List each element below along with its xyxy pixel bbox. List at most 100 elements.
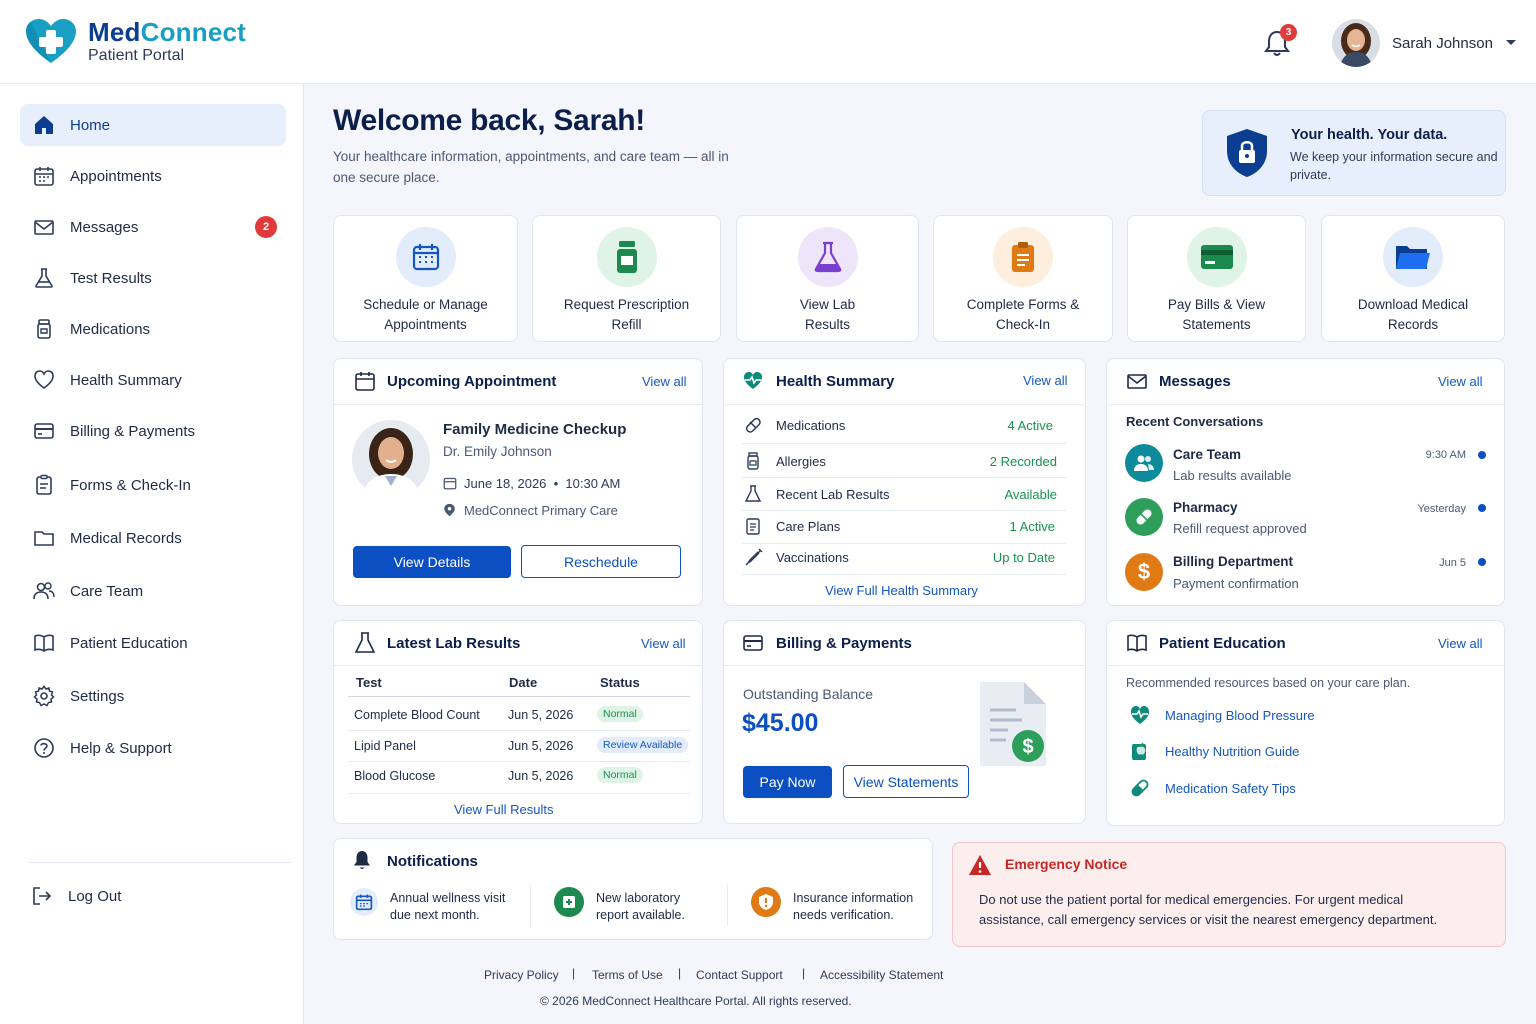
- user-avatar: [1332, 19, 1380, 67]
- appointment-location: MedConnect Primary Care: [464, 503, 618, 518]
- quick-action-forms[interactable]: Complete Forms & Check-In: [933, 215, 1113, 342]
- quick-action-bills[interactable]: Pay Bills & View Statements: [1127, 215, 1306, 342]
- quick-action-line2: Results: [804, 317, 850, 332]
- notification-line1: Insurance information: [793, 891, 914, 905]
- sidebar-item-label: Health Summary: [70, 371, 182, 389]
- appointment-view-all-link[interactable]: View all: [642, 374, 687, 389]
- sidebar-item-medications[interactable]: Medications: [20, 308, 286, 350]
- message-time: Yesterday: [1417, 503, 1466, 515]
- sidebar-item-health-summary[interactable]: Health Summary: [20, 359, 286, 401]
- health-row-label: Care Plans: [776, 519, 841, 534]
- health-row-value: 4 Active: [1007, 418, 1053, 433]
- message-time: 9:30 AM: [1425, 449, 1466, 461]
- invoice-dollar-icon: $: [980, 682, 1046, 766]
- emergency-text-line1: Do not use the patient portal for medica…: [979, 892, 1404, 907]
- pay-now-button[interactable]: Pay Now: [743, 766, 832, 798]
- footer-link-accessibility[interactable]: Accessibility Statement: [820, 968, 943, 982]
- lab-col-header: Status: [600, 675, 640, 690]
- education-link[interactable]: Managing Blood Pressure: [1165, 708, 1315, 723]
- lab-col-header: Date: [509, 675, 538, 690]
- view-statements-button[interactable]: View Statements: [843, 765, 969, 798]
- sidebar-item-appointments[interactable]: Appointments: [20, 155, 286, 197]
- sidebar-item-test-results[interactable]: Test Results: [20, 257, 286, 299]
- quick-action-line2: Refill: [611, 317, 642, 332]
- footer-link-terms[interactable]: Terms of Use: [592, 968, 663, 982]
- brand-logo[interactable]: MedConnect Patient Portal: [26, 18, 246, 66]
- security-text: We keep your information secure and priv…: [1290, 150, 1498, 182]
- message-sender: Pharmacy: [1173, 500, 1238, 515]
- user-menu[interactable]: Sarah Johnson: [1332, 19, 1517, 67]
- footer-copyright: © 2026 MedConnect Healthcare Portal. All…: [540, 994, 852, 1008]
- chevron-down-icon[interactable]: [1505, 39, 1517, 47]
- sidebar-item-label: Home: [70, 116, 111, 134]
- footer-link-privacy[interactable]: Privacy Policy: [484, 968, 559, 982]
- quick-action-records[interactable]: Download Medical Records: [1321, 215, 1505, 342]
- messages-title: Messages: [1159, 373, 1231, 390]
- calendar-icon: [34, 167, 54, 186]
- lab-results-view-all-link[interactable]: View all: [641, 636, 686, 651]
- education-view-all-link[interactable]: View all: [1438, 636, 1483, 651]
- sidebar-item-messages[interactable]: Messages 2: [20, 206, 286, 248]
- sidebar-item-patient-education[interactable]: Patient Education: [20, 622, 286, 664]
- view-full-results-link[interactable]: View Full Results: [454, 802, 553, 817]
- messages-view-all-link[interactable]: View all: [1438, 374, 1483, 389]
- quick-action-lab-results[interactable]: View Lab Results: [736, 215, 919, 342]
- home-icon: [35, 116, 53, 134]
- sidebar-item-settings[interactable]: Settings: [20, 675, 286, 717]
- divider: [724, 404, 1085, 405]
- message-preview: Payment confirmation: [1173, 576, 1299, 591]
- sidebar-item-label: Care Team: [70, 582, 144, 600]
- education-title: Patient Education: [1159, 635, 1286, 652]
- quick-action-appointments[interactable]: Schedule or Manage Appointments: [333, 215, 518, 342]
- status-badge: Normal: [597, 706, 643, 722]
- calendar-icon: [443, 477, 457, 490]
- mail-icon: [34, 220, 54, 235]
- capsule-icon: [745, 417, 761, 433]
- bell-icon: [354, 851, 370, 869]
- flask-icon: [35, 268, 53, 288]
- pill-bottle-icon: [37, 319, 51, 339]
- warning-triangle-icon: [969, 855, 991, 875]
- sidebar-item-home[interactable]: Home: [20, 104, 286, 146]
- sidebar-item-care-team[interactable]: Care Team: [20, 570, 286, 612]
- footer-separator: |: [678, 966, 682, 980]
- divider: [334, 665, 702, 666]
- divider: [530, 884, 531, 926]
- view-details-button[interactable]: View Details: [353, 546, 511, 578]
- heart-pulse-icon: [744, 372, 762, 389]
- health-row-value: Up to Date: [992, 550, 1055, 565]
- education-link[interactable]: Medication Safety Tips: [1165, 781, 1296, 796]
- emergency-title: Emergency Notice: [1005, 856, 1128, 872]
- footer-link-contact[interactable]: Contact Support: [696, 968, 783, 982]
- quick-action-line2: Check-In: [995, 317, 1051, 332]
- sidebar-item-help[interactable]: Help & Support: [20, 727, 286, 769]
- appointment-date: June 18, 2026: [464, 476, 547, 491]
- notification-line2: needs verification.: [793, 908, 894, 922]
- lab-test-date: Jun 5, 2026: [508, 769, 574, 783]
- sidebar-item-billing[interactable]: Billing & Payments: [20, 410, 286, 452]
- sidebar-item-label: Messages: [70, 218, 139, 236]
- education-link[interactable]: Healthy Nutrition Guide: [1165, 744, 1299, 759]
- reschedule-button[interactable]: Reschedule: [521, 545, 681, 578]
- doctor-photo: [352, 420, 430, 498]
- quick-action-prescription[interactable]: Request Prescription Refill: [532, 215, 721, 342]
- logout-button[interactable]: Log Out: [18, 875, 284, 917]
- health-row-value: Available: [1004, 487, 1057, 502]
- capsule-icon: [1125, 498, 1163, 536]
- flask-icon: [797, 227, 858, 287]
- quick-action-line1: Download Medical: [1357, 297, 1469, 312]
- quick-action-line1: Request Prescription: [563, 297, 690, 312]
- health-summary-card: [723, 358, 1086, 606]
- health-summary-view-all-link[interactable]: View all: [1023, 373, 1068, 388]
- brand-name-a: Med: [88, 17, 141, 47]
- view-full-health-summary-link[interactable]: View Full Health Summary: [825, 583, 978, 598]
- billing-title: Billing & Payments: [776, 635, 912, 652]
- lab-test-name: Complete Blood Count: [354, 708, 480, 722]
- status-badge: Review Available: [597, 737, 689, 753]
- health-row-label: Allergies: [776, 454, 826, 469]
- divider: [742, 574, 1067, 575]
- lab-test-name: Lipid Panel: [354, 739, 416, 753]
- sidebar-item-medical-records[interactable]: Medical Records: [20, 517, 286, 559]
- notification-line1: Annual wellness visit: [390, 891, 506, 905]
- sidebar-item-forms[interactable]: Forms & Check-In: [20, 464, 286, 506]
